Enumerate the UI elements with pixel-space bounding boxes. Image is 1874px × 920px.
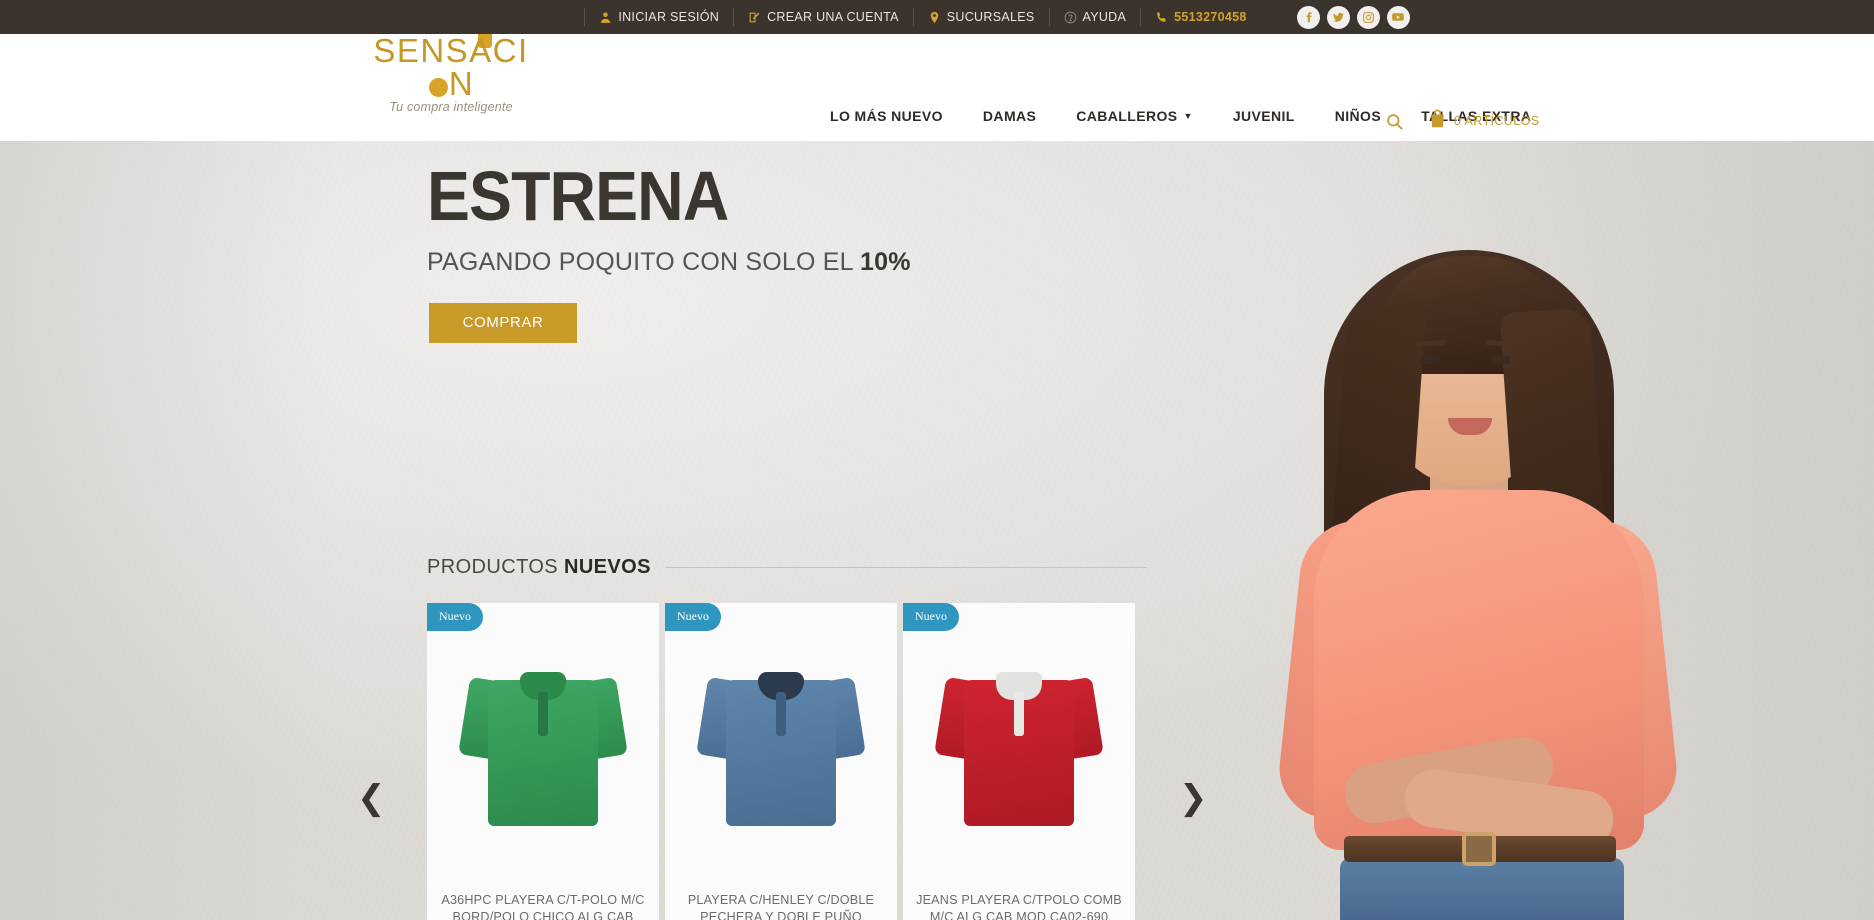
nav-item-caballeros[interactable]: CABALLEROS ▼ [1056,108,1213,124]
header-actions: 0 ARTÍCULOS [1385,108,1539,134]
new-badge: Nuevo [665,603,721,631]
top-utility-links: INICIAR SESIÓN CREAR UNA CUENTA SUCURSAL… [584,5,1410,29]
product-title: JEANS PLAYERA C/TPOLO COMB M/C ALG CAB M… [916,893,1122,920]
nav-item-lo-mas-nuevo[interactable]: LO MÁS NUEVO [810,108,963,124]
logo-text-part1: SENSACI [373,32,529,69]
product-image [665,603,897,878]
hero-copy: ESTRENA PAGANDO POQUITO CON SOLO EL 10% … [427,157,911,343]
stores-label: SUCURSALES [946,10,1035,24]
youtube-icon[interactable] [1386,5,1410,29]
logo-text-part2: N [448,65,475,102]
phone-number: 5513270458 [1174,10,1247,24]
search-icon[interactable] [1385,112,1404,131]
nav-label: CABALLEROS [1076,108,1178,124]
polo-shirt-red-icon [934,656,1104,826]
carousel-next-button[interactable]: ❯ [1179,778,1208,818]
hero-subtitle: PAGANDO POQUITO CON SOLO EL 10% [427,248,911,277]
section-title-bold: NUEVOS [563,556,651,578]
nav-label: DAMAS [982,108,1037,124]
site-header: SENSACIN Tu compra inteligente LO MÁS NU… [0,12,1874,141]
product-card[interactable]: Nuevo JEANS PLAYERA C/TPOLO COMB M/C ALG… [903,603,1135,920]
pencil-square-icon [748,11,761,24]
product-title: PLAYERA C/HENLEY C/DOBLE PECHERA Y DOBLE… [687,893,875,920]
facebook-icon[interactable] [1296,5,1320,29]
new-products-section: PRODUCTOS NUEVOS Nuevo A36HPC PLAYERA C/… [357,556,1208,920]
hero-subtitle-strong: 10% [860,247,911,276]
section-divider [664,567,1147,568]
cart-count-label: 0 ARTÍCULOS [1454,114,1540,128]
nav-label: NIÑOS [1334,108,1382,124]
cart-button[interactable]: 0 ARTÍCULOS [1428,108,1539,134]
question-circle-icon [1064,11,1077,24]
product-card[interactable]: Nuevo PLAYERA C/HENLEY C/DOBLE PECHERA Y… [665,603,897,920]
henley-shirt-blue-icon [696,656,866,826]
help-link[interactable]: AYUDA [1048,8,1141,26]
twitter-icon[interactable] [1326,5,1350,29]
social-links [1296,5,1410,29]
help-label: AYUDA [1082,10,1127,24]
section-title-light: PRODUCTOS [427,556,564,578]
instagram-icon[interactable] [1356,5,1380,29]
phone-link[interactable]: 5513270458 [1140,8,1261,26]
product-image [427,603,659,878]
shopping-bag-icon [1428,108,1447,134]
product-card[interactable]: Nuevo A36HPC PLAYERA C/T-POLO M/C BORD/P… [427,603,659,920]
nav-label: LO MÁS NUEVO [830,108,943,124]
new-badge: Nuevo [903,603,959,631]
map-pin-icon [928,11,941,24]
nav-label: JUVENIL [1232,108,1295,124]
section-header: PRODUCTOS NUEVOS [427,556,1147,579]
new-badge: Nuevo [427,603,483,631]
nav-item-damas[interactable]: DAMAS [963,108,1056,124]
hero-title: ESTRENA [427,157,729,235]
logo-wordmark: SENSACIN [366,34,536,100]
nav-item-juvenil[interactable]: JUVENIL [1213,108,1315,124]
comprar-button[interactable]: COMPRAR [429,302,577,343]
product-image [903,603,1135,878]
create-account-link[interactable]: CREAR UNA CUENTA [733,8,913,26]
hero-banner: ESTRENA PAGANDO POQUITO CON SOLO EL 10% … [0,141,1874,920]
carousel-prev-button[interactable]: ❮ [357,778,386,818]
hero-subtitle-prefix: PAGANDO POQUITO CON SOLO EL [427,247,861,276]
hero-model-photo [1194,160,1754,920]
top-utility-bar: INICIAR SESIÓN CREAR UNA CUENTA SUCURSAL… [0,0,1874,34]
product-title: A36HPC PLAYERA C/T-POLO M/C BORD/POLO CH… [441,893,645,920]
logo-tagline: Tu compra inteligente [389,100,513,114]
login-link[interactable]: INICIAR SESIÓN [584,8,733,26]
product-info: PLAYERA C/HENLEY C/DOBLE PECHERA Y DOBLE… [665,878,897,920]
login-label: INICIAR SESIÓN [618,10,720,24]
phone-icon [1155,11,1168,24]
stores-link[interactable]: SUCURSALES [912,8,1049,26]
user-icon [599,11,612,24]
section-title: PRODUCTOS NUEVOS [427,556,651,579]
create-account-label: CREAR UNA CUENTA [767,10,899,24]
polo-shirt-green-icon [458,656,628,826]
logo-o-dot [428,78,448,97]
product-carousel: Nuevo A36HPC PLAYERA C/T-POLO M/C BORD/P… [427,603,1147,920]
product-info: A36HPC PLAYERA C/T-POLO M/C BORD/POLO CH… [427,878,659,920]
chevron-down-icon: ▼ [1183,111,1193,121]
product-info: JEANS PLAYERA C/TPOLO COMB M/C ALG CAB M… [903,878,1135,920]
